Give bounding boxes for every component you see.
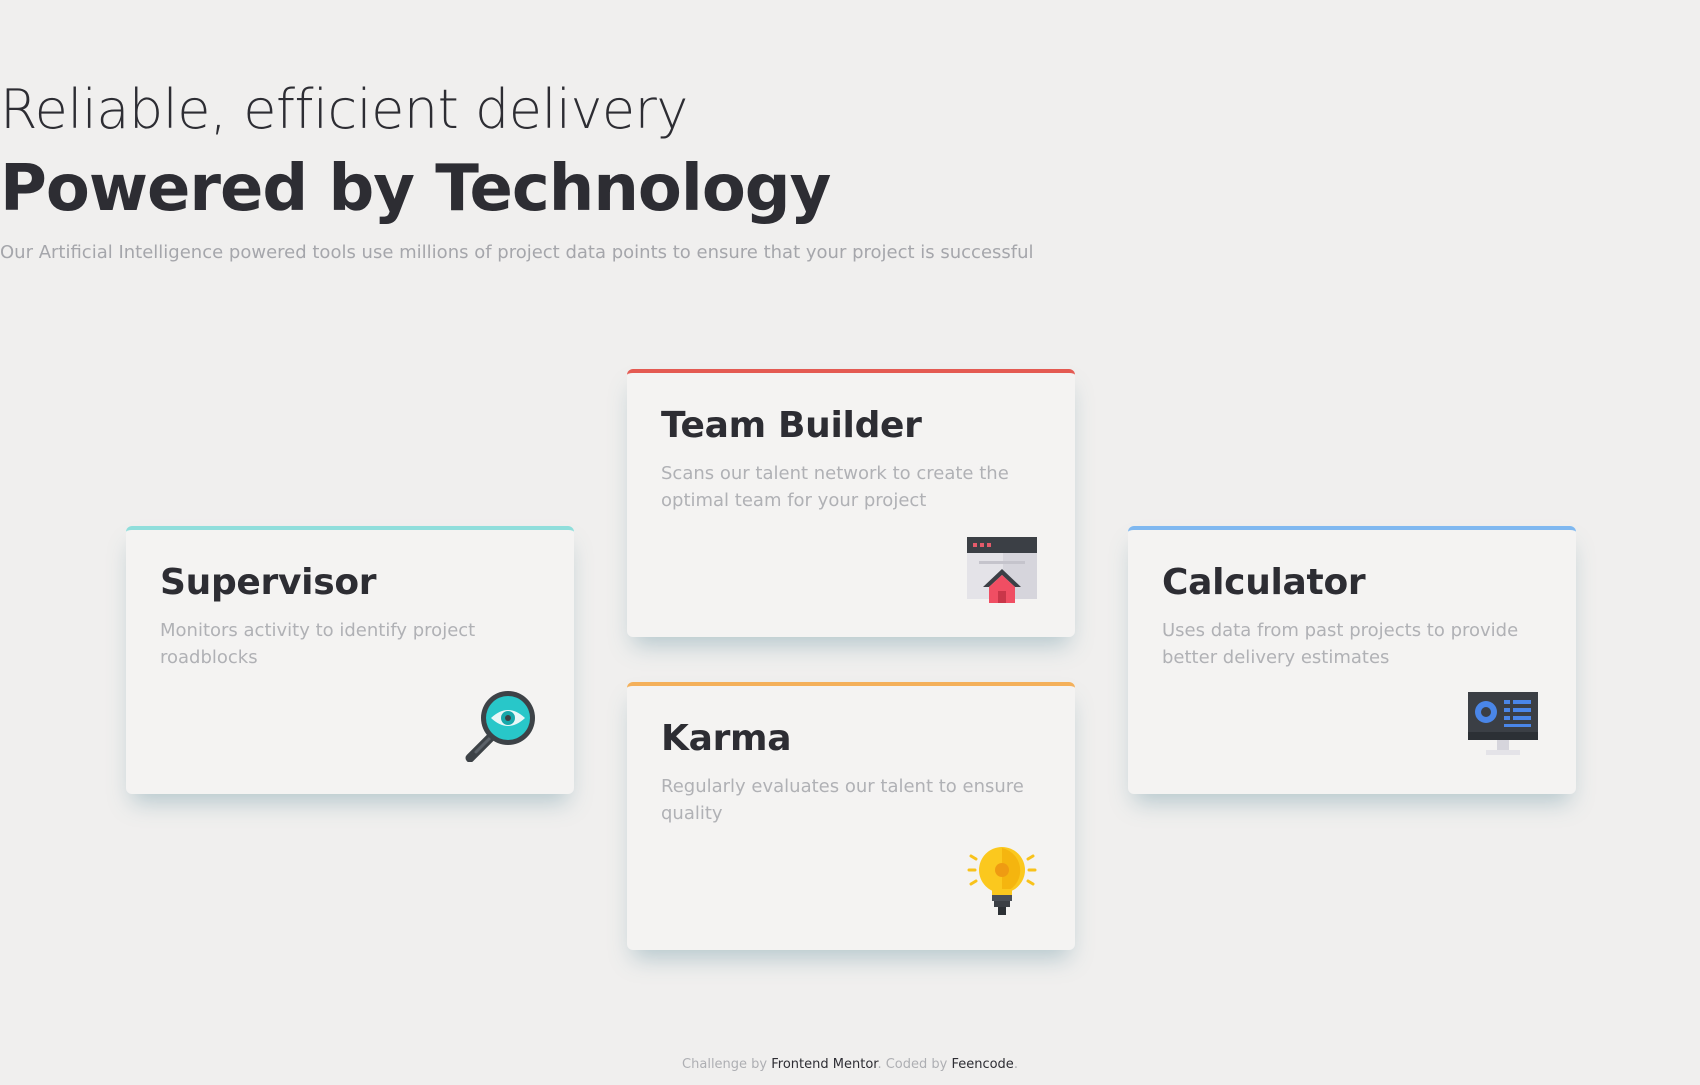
card-title: Karma <box>661 718 792 759</box>
magnifier-eye-icon <box>464 688 538 762</box>
card-description: Uses data from past projects to provide … <box>1162 620 1519 668</box>
footer-middle: . Coded by <box>877 1057 948 1072</box>
attribution-footer: Challenge by Frontend Mentor. Coded by F… <box>0 1057 1700 1072</box>
card-title: Supervisor <box>160 562 377 603</box>
frontend-mentor-link[interactable]: Frontend Mentor <box>771 1057 877 1072</box>
footer-prefix: Challenge by <box>682 1057 768 1072</box>
card-description: Scans our talent network to create the o… <box>661 463 1009 511</box>
card-calculator: Calculator Uses data from past projects … <box>1128 526 1576 794</box>
card-team-builder: Team Builder Scans our talent network to… <box>627 369 1075 637</box>
header-subheading: Reliable, efficient delivery <box>0 78 688 141</box>
lightbulb-icon <box>965 844 1039 918</box>
footer-suffix: . <box>1013 1057 1018 1072</box>
card-supervisor: Supervisor Monitors activity to identify… <box>126 526 574 794</box>
card-karma: Karma Regularly evaluates our talent to … <box>627 682 1075 950</box>
card-description: Monitors activity to identify project ro… <box>160 620 476 668</box>
card-description: Regularly evaluates our talent to ensure… <box>661 776 1024 824</box>
browser-home-icon <box>965 531 1039 605</box>
coder-link[interactable]: Feencode <box>951 1057 1013 1072</box>
card-title: Team Builder <box>661 405 922 446</box>
card-title: Calculator <box>1162 562 1366 603</box>
monitor-chart-icon <box>1466 688 1540 762</box>
header-description: Our Artificial Intelligence powered tool… <box>0 242 1034 263</box>
page-title: Powered by Technology <box>0 152 831 226</box>
